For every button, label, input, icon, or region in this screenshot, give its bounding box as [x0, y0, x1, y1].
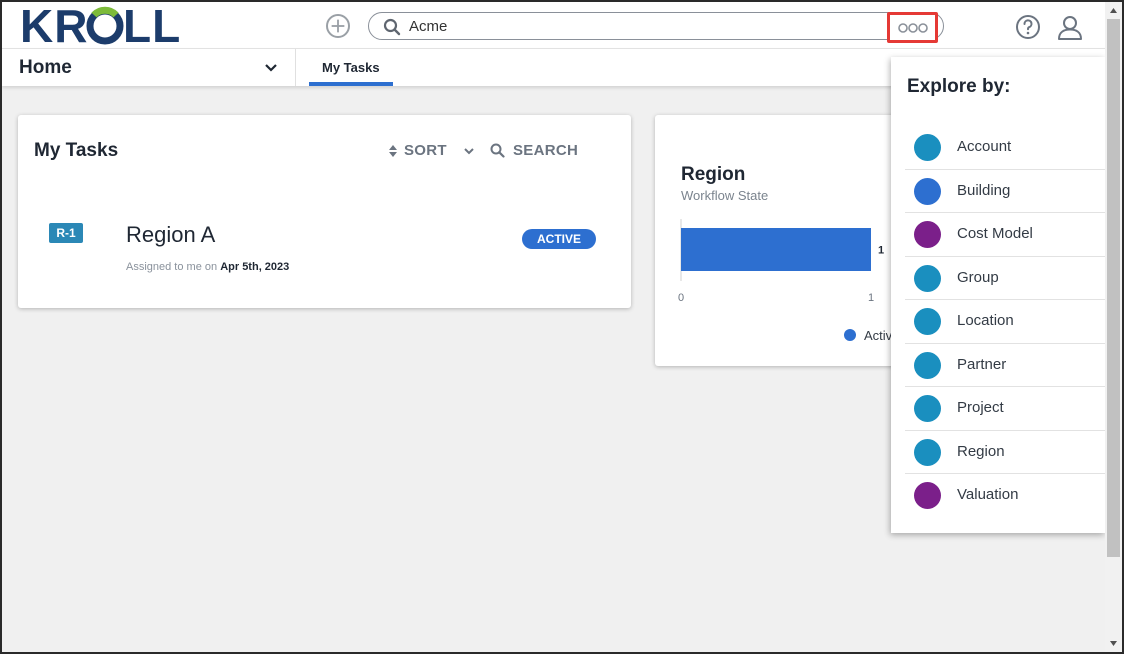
- explore-item-account[interactable]: Account: [905, 126, 1105, 170]
- sort-icon: [389, 144, 397, 157]
- chart-x-tick-label: 1: [868, 292, 874, 304]
- search-input[interactable]: [409, 16, 879, 36]
- kroll-logo-mark: KR LL: [20, 5, 181, 47]
- global-search[interactable]: [368, 12, 944, 40]
- tasks-search-button[interactable]: SEARCH: [490, 142, 578, 159]
- explore-item-label: Cost Model: [957, 225, 1033, 242]
- explore-item-label: Group: [957, 268, 999, 286]
- entity-color-dot-icon: [914, 395, 941, 422]
- task-assigned-prefix: Assigned to me on: [126, 261, 218, 273]
- chart-x-tick-label: 0: [678, 292, 684, 304]
- add-button[interactable]: [326, 14, 350, 38]
- scrollbar-thumb[interactable]: [1107, 19, 1120, 557]
- vertical-scrollbar[interactable]: [1105, 2, 1122, 652]
- active-tab-indicator: [309, 82, 393, 86]
- scroll-up-arrow-icon[interactable]: [1109, 6, 1118, 15]
- user-icon[interactable]: [1056, 13, 1084, 41]
- more-circles-icon: [897, 22, 928, 33]
- explore-item-region[interactable]: Region: [905, 431, 1105, 474]
- chevron-down-icon: [265, 64, 277, 72]
- explore-button[interactable]: [887, 12, 938, 43]
- chart-bar[interactable]: [681, 228, 871, 271]
- home-dropdown[interactable]: Home: [2, 49, 296, 86]
- explore-item-label: Region: [957, 442, 1005, 460]
- svg-text:KR: KR: [20, 5, 88, 47]
- explore-by-panel: Explore by: Account Building Cost Model Gro…: [891, 57, 1105, 533]
- explore-item-label: Location: [957, 312, 1014, 329]
- task-id-badge: R-1: [49, 223, 83, 243]
- chevron-down-icon[interactable]: [462, 144, 476, 158]
- search-icon: [383, 18, 401, 36]
- entity-color-dot-icon: [914, 264, 941, 292]
- entity-color-dot-icon: [914, 177, 941, 205]
- explore-item-label: Project: [957, 399, 1004, 416]
- entity-color-dot-icon: [914, 482, 941, 509]
- home-dropdown-label: Home: [19, 57, 72, 78]
- explore-item-project[interactable]: Project: [905, 387, 1105, 431]
- region-chart-title: Region: [681, 164, 746, 185]
- region-chart-subtitle: Workflow State: [681, 188, 769, 203]
- entity-color-dot-icon: [914, 308, 941, 335]
- entity-color-dot-icon: [914, 134, 941, 161]
- explore-item-group[interactable]: Group: [905, 257, 1105, 300]
- explore-item-partner[interactable]: Partner: [905, 344, 1105, 387]
- scroll-down-arrow-icon[interactable]: [1109, 639, 1118, 648]
- tab-my-tasks-label: My Tasks: [322, 60, 380, 75]
- task-name-link[interactable]: Region A: [126, 222, 215, 248]
- explore-item-cost-model[interactable]: Cost Model: [905, 213, 1105, 257]
- task-assigned-date: Apr 5th, 2023: [220, 261, 290, 273]
- explore-list: Account Building Cost Model Group Location Pa…: [905, 126, 1105, 518]
- region-chart-card: Region Workflow State 1 0 1 Activ: [655, 115, 905, 366]
- svg-text:LL: LL: [123, 5, 181, 47]
- explore-item-label: Valuation: [957, 486, 1019, 503]
- explore-item-location[interactable]: Location: [905, 300, 1105, 344]
- explore-heading: Explore by:: [907, 76, 1011, 97]
- help-circle-icon[interactable]: [1015, 14, 1041, 40]
- explore-item-label: Building: [957, 181, 1011, 199]
- explore-item-valuation[interactable]: Valuation: [905, 474, 1105, 518]
- search-icon: [490, 143, 505, 158]
- sort-label: SORT: [404, 142, 447, 159]
- explore-item-label: Partner: [957, 355, 1007, 373]
- my-tasks-title: My Tasks: [34, 140, 119, 161]
- sort-button[interactable]: SORT: [388, 142, 447, 159]
- top-bar: KR LL: [2, 2, 1105, 48]
- entity-color-dot-icon: [914, 438, 941, 466]
- entity-color-dot-icon: [914, 351, 941, 379]
- explore-item-label: Account: [957, 138, 1012, 155]
- plus-circle-icon: [331, 19, 345, 33]
- legend-marker: [844, 329, 856, 341]
- explore-item-building[interactable]: Building: [905, 170, 1105, 213]
- tab-my-tasks[interactable]: My Tasks: [309, 49, 393, 86]
- chart-data-label: 1: [878, 245, 884, 257]
- kroll-logo[interactable]: KR LL: [20, 5, 200, 47]
- legend-label[interactable]: Activ: [864, 328, 893, 343]
- region-bar-chart: 1 0 1 Activ: [678, 219, 893, 343]
- search-label: SEARCH: [513, 142, 579, 159]
- my-tasks-card: My Tasks SORT SEARCH R-1 Region A Assign…: [18, 115, 631, 308]
- task-assigned-meta: Assigned to me on Apr 5th, 2023: [126, 261, 289, 273]
- entity-color-dot-icon: [914, 221, 941, 248]
- status-badge: ACTIVE: [522, 229, 596, 249]
